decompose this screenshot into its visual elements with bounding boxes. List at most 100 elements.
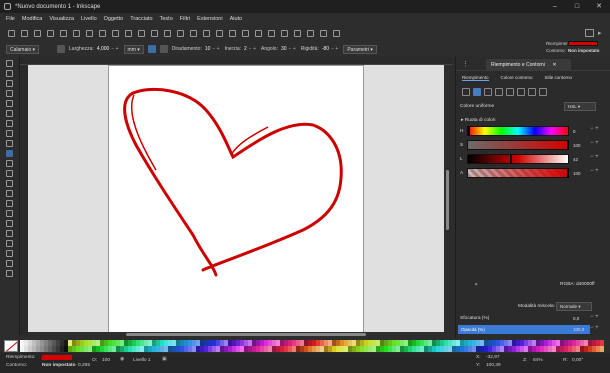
menu-object[interactable]: Oggetto [104,16,124,22]
layer-lock-icon[interactable]: ▣ [162,357,167,362]
opacity-slider[interactable]: Opacità (%) [458,325,590,334]
color-model-select[interactable]: HSL ▾ [564,102,596,111]
connector-tool-icon[interactable] [6,240,13,247]
zoom-tool-icon[interactable] [6,260,13,267]
pattern-icon[interactable] [517,88,525,96]
subtab-stroke-style[interactable]: Stile contorno [545,75,573,81]
cut-icon[interactable] [125,29,132,37]
canvas[interactable] [28,65,444,335]
hue-slider[interactable] [467,126,569,136]
export-icon[interactable] [73,29,80,37]
spiral-tool-icon[interactable] [6,120,13,127]
panel-menu-icon[interactable]: ⋮ [462,60,469,68]
lightness-slider[interactable] [467,154,569,164]
current-layer[interactable]: Livello 1 [133,358,151,363]
vertical-scrollbar[interactable] [444,65,452,335]
new-document-icon[interactable] [8,29,15,37]
blend-mode-select[interactable]: Normale ▾ [556,302,592,311]
paint-bucket-tool-icon[interactable] [6,200,13,207]
redo-icon[interactable] [99,29,106,37]
mesh-gradient-icon[interactable] [506,88,514,96]
zoom-value[interactable]: 84% [533,358,543,363]
parameters-select[interactable]: Parametri ▾ [343,44,377,54]
radial-gradient-icon[interactable] [495,88,503,96]
rigidity-stepper[interactable]: − + [331,46,338,52]
saturation-slider[interactable] [467,140,569,150]
opacity-stepper[interactable]: − + [590,325,599,331]
status-stroke-value[interactable]: Non impostato [42,363,76,368]
menu-help[interactable]: Aiuto [230,16,243,22]
pressure-toggle-icon[interactable] [159,45,168,53]
pen-tool-icon[interactable] [6,140,13,147]
menu-filters[interactable]: Filtri [180,16,190,22]
duplicate-icon[interactable] [190,29,197,37]
zoom-drawing-icon[interactable] [164,29,171,37]
measure-tool-icon[interactable] [6,250,13,257]
palette-swatch[interactable] [600,345,604,352]
heart-drawing[interactable] [28,65,444,335]
eraser-tool-icon[interactable] [6,230,13,237]
alpha-stepper[interactable]: − + [590,168,599,174]
palette-swatches[interactable] [20,339,605,352]
snap-toggle-icon[interactable] [585,29,594,37]
menu-text[interactable]: Testo [160,16,173,22]
subtab-stroke-paint[interactable]: Colore contorno [501,75,533,81]
close-tab-icon[interactable]: ✕ [552,62,556,68]
thinning-value[interactable]: 10 [205,46,211,52]
status-fill-swatch[interactable] [42,355,72,360]
menu-view[interactable]: Visualizza [49,16,74,22]
node-tool-icon[interactable] [6,70,13,77]
status-stroke-width[interactable]: 0,265 [78,363,90,368]
dropper-tool-icon[interactable] [6,190,13,197]
selector-tool-icon[interactable] [6,60,13,67]
align-icon[interactable] [307,29,314,37]
subtab-fill[interactable]: Riempimento [462,75,489,81]
fill-stroke-icon[interactable] [255,29,262,37]
minimize-icon[interactable]: – [544,0,566,13]
paste-icon[interactable] [138,29,145,37]
clone-icon[interactable] [203,29,210,37]
hue-slider-handle[interactable] [468,126,470,136]
angle-stepper[interactable]: − + [289,46,296,52]
fill-indicator-swatch[interactable] [568,41,598,46]
maximize-icon[interactable]: □ [566,0,588,13]
menu-extensions[interactable]: Estensioni [197,16,222,22]
layers-icon[interactable] [281,29,288,37]
rotation-value[interactable]: 0,00° [572,358,583,363]
open-icon[interactable] [21,29,28,37]
save-icon[interactable] [34,29,41,37]
angle-value[interactable]: 30 [281,46,287,52]
swatch-icon[interactable] [528,88,536,96]
menu-path[interactable]: Tracciato [130,16,152,22]
mesh-tool-icon[interactable] [6,180,13,187]
snap-options-icon[interactable]: ▸ [598,29,602,37]
unit-select[interactable]: mm ▾ [123,44,144,54]
spray-tool-icon[interactable] [6,220,13,227]
star-tool-icon[interactable] [6,110,13,117]
lightness-slider-handle[interactable] [510,154,512,164]
horizontal-scrollbar-thumb[interactable] [126,333,366,336]
status-opacity-value[interactable]: 100 [102,358,110,363]
saturation-stepper[interactable]: − + [590,140,599,146]
close-icon[interactable]: ✕ [588,0,610,13]
width-stepper[interactable]: − + [111,46,118,52]
xml-editor-icon[interactable] [294,29,301,37]
lightness-stepper[interactable]: − + [590,154,599,160]
menu-layer[interactable]: Livello [81,16,97,22]
text-tool-icon[interactable] [6,160,13,167]
alpha-slider-handle[interactable] [567,168,569,178]
rectangle-tool-icon[interactable] [6,80,13,87]
preferences-icon[interactable] [320,29,327,37]
mass-value[interactable]: 2 [244,46,247,52]
print-icon[interactable] [47,29,54,37]
color-wheel-expander[interactable]: ▸ Ruota di colori [461,118,495,123]
pages-tool-icon[interactable] [6,270,13,277]
ellipse-tool-icon[interactable] [6,100,13,107]
text-font-icon[interactable] [268,29,275,37]
eyedropper-icon[interactable]: ✶ [474,283,478,288]
blur-stepper[interactable]: − + [590,314,599,320]
menu-edit[interactable]: Modifica [22,16,42,22]
tweak-tool-icon[interactable] [6,210,13,217]
copy-icon[interactable] [112,29,119,37]
gradient-tool-icon[interactable] [6,170,13,177]
